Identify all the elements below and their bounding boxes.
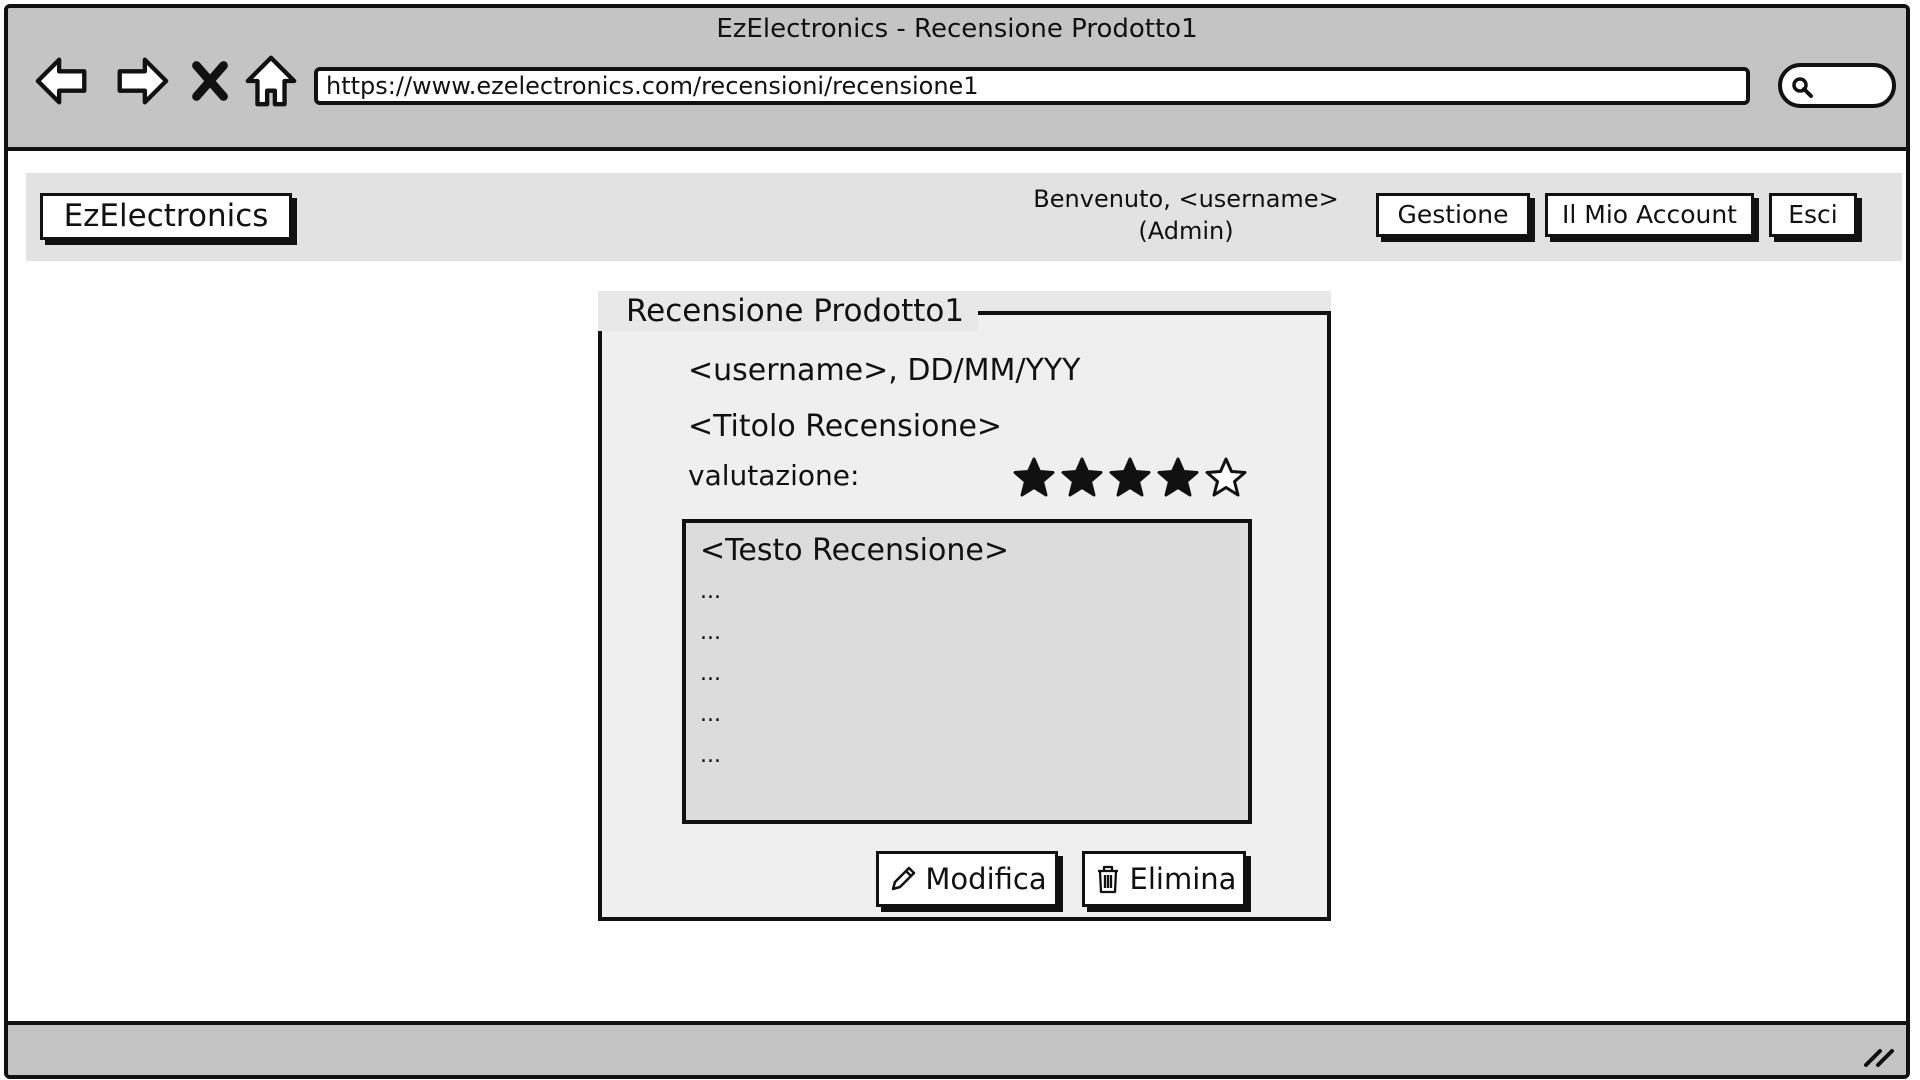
review-author-date: <username>, DD/MM/YYY <box>688 353 1081 388</box>
forward-arrow-icon[interactable] <box>112 52 170 110</box>
browser-window: EzElectronics - Recensione Prodotto1 htt… <box>4 4 1910 1079</box>
review-body-line: ... <box>700 661 721 686</box>
review-body-line: ... <box>700 702 721 727</box>
star-filled-icon <box>1156 455 1200 499</box>
back-arrow-icon[interactable] <box>34 52 92 110</box>
panel-title-text: Recensione Prodotto1 <box>598 291 971 331</box>
edit-label: Modifica <box>925 862 1047 896</box>
trash-icon <box>1097 865 1118 894</box>
url-text: https://www.ezelectronics.com/recensioni… <box>326 72 979 100</box>
logout-button[interactable]: Esci <box>1769 193 1857 237</box>
panel-title: Recensione Prodotto1 <box>598 291 979 331</box>
review-body-line: ... <box>700 620 721 645</box>
pencil-icon <box>892 866 916 891</box>
review-title: <Titolo Recensione> <box>688 409 1003 444</box>
browser-search[interactable] <box>1778 63 1896 108</box>
browser-chrome: EzElectronics - Recensione Prodotto1 htt… <box>8 8 1906 151</box>
star-filled-icon <box>1108 455 1152 499</box>
review-body-title: <Testo Recensione> <box>700 533 1009 568</box>
star-filled-icon <box>1012 455 1056 499</box>
star-filled-icon <box>1060 455 1104 499</box>
welcome-line: Benvenuto, <username> <box>1033 185 1339 213</box>
search-icon <box>1792 77 1813 98</box>
edit-button[interactable]: Modifica <box>876 851 1058 907</box>
review-body-line: ... <box>700 579 721 604</box>
account-button[interactable]: Il Mio Account <box>1545 193 1754 237</box>
user-role: (Admin) <box>1138 217 1234 245</box>
logo-button[interactable]: EzElectronics <box>40 193 292 240</box>
review-body-line: ... <box>700 743 721 768</box>
delete-label: Elimina <box>1129 862 1237 896</box>
app-header: EzElectronics Benvenuto, <username> (Adm… <box>26 173 1902 261</box>
rating-stars <box>1012 455 1252 501</box>
review-panel: <username>, DD/MM/YYY <Titolo Recensione… <box>598 311 1331 921</box>
welcome-text: Benvenuto, <username> (Admin) <box>1026 183 1346 247</box>
address-bar[interactable]: https://www.ezelectronics.com/recensioni… <box>314 67 1750 105</box>
status-bar <box>8 1021 1906 1075</box>
resize-grip-icon[interactable] <box>1862 1039 1896 1067</box>
rating-label: valutazione: <box>688 459 860 492</box>
delete-button[interactable]: Elimina <box>1082 851 1246 907</box>
home-icon[interactable] <box>242 52 300 110</box>
window-title: EzElectronics - Recensione Prodotto1 <box>716 14 1198 44</box>
review-text-box: <Testo Recensione> ... ... ... ... ... <box>682 519 1252 824</box>
star-empty-icon <box>1204 455 1248 499</box>
close-icon[interactable] <box>186 52 234 110</box>
gestione-button[interactable]: Gestione <box>1376 193 1530 237</box>
page-content: EzElectronics Benvenuto, <username> (Adm… <box>8 151 1906 1031</box>
